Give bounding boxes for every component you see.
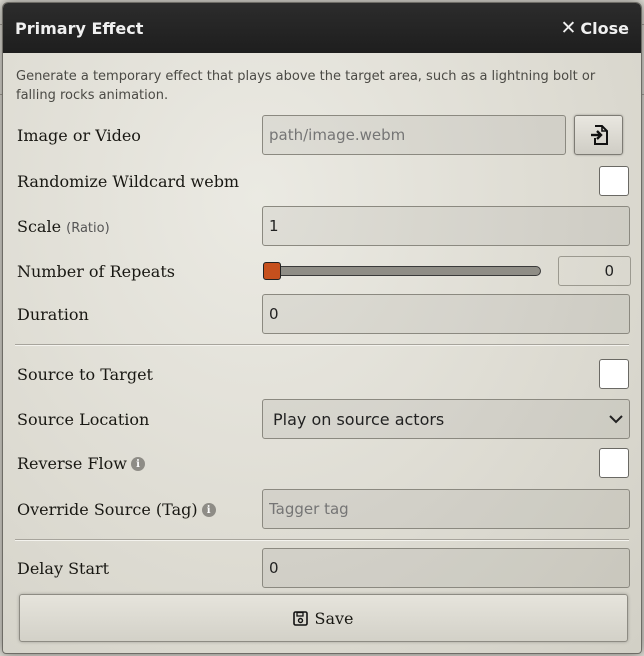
source-location-label: Source Location <box>17 409 150 429</box>
scale-row: Scale (Ratio) <box>17 206 630 246</box>
dialog-content: Generate a temporary effect that plays a… <box>3 53 641 105</box>
image-or-video-row: Image or Video <box>17 115 629 155</box>
floppy-disk-icon <box>293 610 309 626</box>
duration-input[interactable] <box>262 294 630 334</box>
override-source-input[interactable] <box>262 489 630 529</box>
source-to-target-label: Source to Target <box>17 364 153 384</box>
scale-unit: (Ratio) <box>66 220 110 236</box>
image-or-video-label: Image or Video <box>17 125 141 145</box>
override-source-label: Override Source (Tag) i <box>17 500 216 519</box>
repeats-slider-thumb[interactable] <box>263 262 281 280</box>
source-location-select[interactable]: Play on source actors <box>262 399 630 439</box>
description-hint: Generate a temporary effect that plays a… <box>16 69 596 103</box>
info-icon[interactable]: i <box>201 503 216 517</box>
save-button[interactable]: Save <box>19 594 628 642</box>
repeats-slider-track[interactable] <box>267 266 541 276</box>
delay-start-input[interactable] <box>262 548 630 588</box>
randomize-wildcard-label: Randomize Wildcard webm <box>17 171 240 191</box>
primary-effect-dialog: Primary Effect ✕ Close Generate a tempor… <box>2 2 642 654</box>
reverse-flow-label-text: Reverse Flow <box>17 453 127 473</box>
randomize-wildcard-checkbox[interactable] <box>599 166 629 196</box>
file-import-icon <box>590 125 608 145</box>
dialog-titlebar[interactable]: Primary Effect ✕ Close <box>3 3 641 53</box>
delay-start-row: Delay Start <box>17 548 630 588</box>
randomize-wildcard-row: Randomize Wildcard webm <box>17 166 629 196</box>
file-picker-button[interactable] <box>574 115 623 155</box>
duration-row: Duration <box>17 294 630 334</box>
source-to-target-row: Source to Target <box>17 359 629 389</box>
info-icon[interactable]: i <box>130 457 145 471</box>
reverse-flow-checkbox[interactable] <box>599 448 629 478</box>
source-location-row: Source Location Play on source actors <box>17 399 630 439</box>
scale-input[interactable] <box>262 206 630 246</box>
scale-label-text: Scale <box>17 216 62 236</box>
override-source-row: Override Source (Tag) i <box>17 489 630 529</box>
override-source-label-text: Override Source (Tag) <box>17 499 198 519</box>
save-label: Save <box>314 608 354 628</box>
chevron-down-icon <box>609 415 623 424</box>
reverse-flow-label: Reverse Flow i <box>17 454 145 473</box>
close-x-icon: ✕ <box>560 16 577 39</box>
repeats-value[interactable]: 0 <box>558 256 631 286</box>
close-button[interactable]: ✕ Close <box>560 16 629 39</box>
delay-start-label: Delay Start <box>17 558 110 578</box>
reverse-flow-row: Reverse Flow i <box>17 448 629 478</box>
source-location-selected: Play on source actors <box>273 409 445 429</box>
source-to-target-checkbox[interactable] <box>599 359 629 389</box>
close-label: Close <box>580 18 629 38</box>
repeats-label: Number of Repeats <box>17 261 175 281</box>
scale-label: Scale (Ratio) <box>17 217 110 236</box>
repeats-row: Number of Repeats 0 <box>17 256 631 286</box>
image-path-input[interactable] <box>262 115 566 155</box>
section-divider <box>15 539 629 540</box>
dialog-title: Primary Effect <box>15 18 144 38</box>
section-divider <box>15 344 629 345</box>
duration-label: Duration <box>17 304 89 324</box>
